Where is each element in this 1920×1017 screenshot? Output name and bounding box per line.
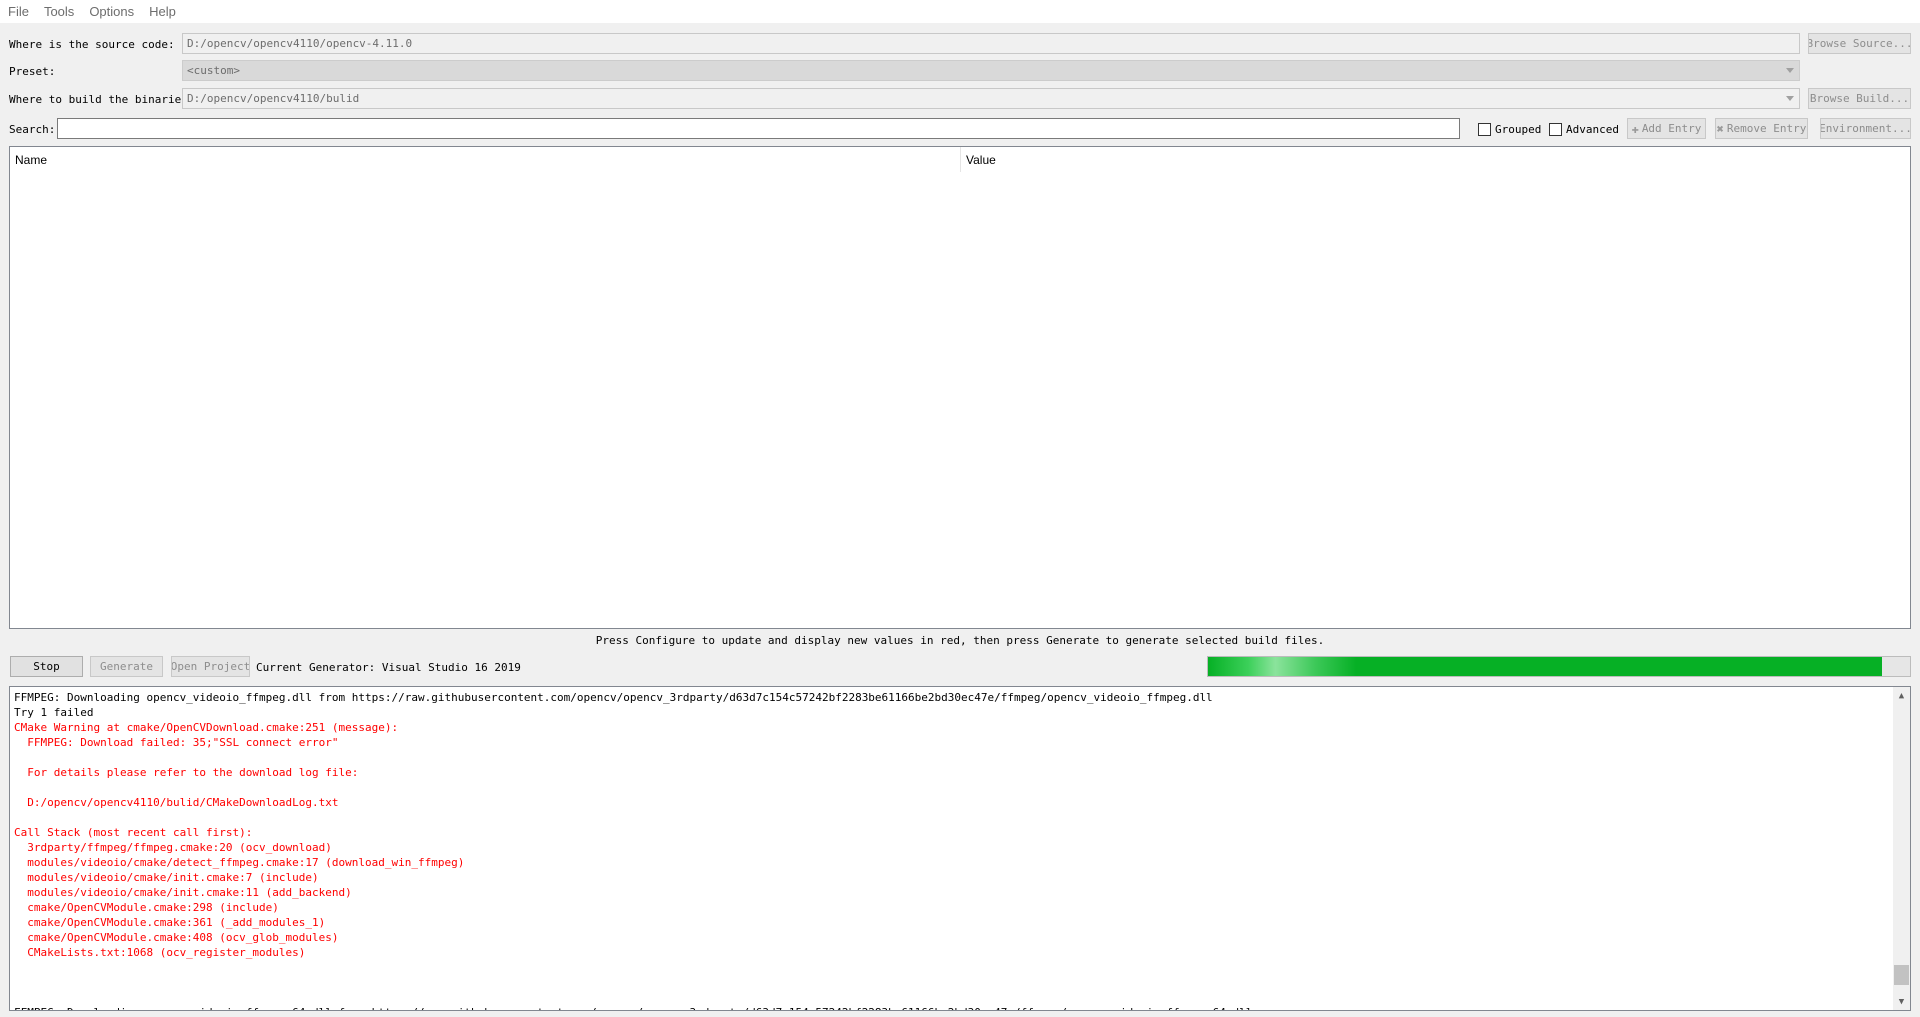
chevron-down-icon	[1786, 96, 1794, 101]
binaries-label: Where to build the binaries:	[9, 93, 195, 106]
configure-hint: Press Configure to update and display ne…	[595, 634, 1325, 647]
menu-help[interactable]: Help	[149, 4, 176, 19]
cache-entries-table[interactable]: Name Value	[9, 146, 1911, 629]
advanced-label: Advanced	[1566, 122, 1619, 136]
browse-build-button[interactable]: Browse Build...	[1808, 88, 1911, 109]
log-line: 3rdparty/ffmpeg/ffmpeg.cmake:20 (ocv_dow…	[14, 841, 332, 854]
log-line: modules/videoio/cmake/detect_ffmpeg.cmak…	[14, 856, 465, 869]
log-line: For details please refer to the download…	[14, 766, 359, 779]
remove-entry-button[interactable]: ✖ Remove Entry	[1715, 118, 1808, 139]
column-header-name[interactable]: Name	[10, 147, 961, 172]
current-generator-label: Current Generator: Visual Studio 16 2019	[256, 661, 521, 674]
browse-source-button[interactable]: Browse Source...	[1808, 33, 1911, 54]
log-line: modules/videoio/cmake/init.cmake:11 (add…	[14, 886, 352, 899]
log-line: modules/videoio/cmake/init.cmake:7 (incl…	[14, 871, 319, 884]
scroll-thumb[interactable]	[1894, 964, 1909, 985]
search-input[interactable]	[57, 118, 1460, 139]
log-line: CMakeLists.txt:1068 (ocv_register_module…	[14, 946, 306, 959]
remove-entry-label: Remove Entry	[1726, 122, 1807, 135]
log-line: cmake/OpenCVModule.cmake:361 (_add_modul…	[14, 916, 326, 929]
table-header: Name Value	[10, 147, 1910, 172]
plus-icon: ✚	[1631, 121, 1639, 136]
stop-button[interactable]: Stop	[10, 656, 83, 677]
open-project-button[interactable]: Open Project	[171, 656, 250, 677]
log-line: Call Stack (most recent call first):	[14, 826, 253, 839]
menu-tools[interactable]: Tools	[44, 4, 74, 19]
preset-label: Preset:	[9, 65, 56, 78]
binaries-path-combo[interactable]: D:/opencv/opencv4110/bulid	[182, 88, 1800, 109]
log-scrollbar[interactable]: ▲ ▼	[1893, 687, 1910, 1010]
add-entry-label: Add Entry	[1641, 122, 1702, 135]
grouped-checkbox[interactable]: Grouped	[1478, 119, 1541, 139]
preset-value: <custom>	[187, 64, 240, 77]
scroll-up-icon[interactable]: ▲	[1893, 687, 1910, 704]
progress-fill	[1208, 657, 1882, 676]
log-line: FFMPEG: Downloading opencv_videoio_ffmpe…	[14, 1005, 1910, 1010]
preset-combo[interactable]: <custom>	[182, 60, 1800, 81]
scroll-down-icon[interactable]: ▼	[1893, 993, 1910, 1010]
log-lines: FFMPEG: Downloading opencv_videoio_ffmpe…	[10, 687, 1910, 1010]
grouped-label: Grouped	[1495, 122, 1542, 136]
column-header-value[interactable]: Value	[961, 153, 996, 167]
menu-bar: File Tools Options Help	[0, 0, 1920, 23]
log-line: FFMPEG: Download failed: 35;"SSL connect…	[14, 736, 339, 749]
checkbox-box[interactable]	[1549, 122, 1562, 136]
log-line: CMake Warning at cmake/OpenCVDownload.cm…	[14, 721, 399, 734]
environment-button[interactable]: Environment...	[1820, 118, 1911, 139]
menu-file[interactable]: File	[8, 4, 29, 19]
chevron-down-icon	[1786, 68, 1794, 73]
log-line: FFMPEG: Downloading opencv_videoio_ffmpe…	[14, 691, 1213, 704]
menu-options[interactable]: Options	[89, 4, 134, 19]
source-label: Where is the source code:	[9, 38, 175, 51]
log-line: cmake/OpenCVModule.cmake:408 (ocv_glob_m…	[14, 931, 339, 944]
output-log[interactable]: FFMPEG: Downloading opencv_videoio_ffmpe…	[9, 686, 1911, 1011]
source-path-field[interactable]: D:/opencv/opencv4110/opencv-4.11.0	[182, 33, 1800, 54]
log-line: cmake/OpenCVModule.cmake:298 (include)	[14, 901, 279, 914]
remove-x-icon: ✖	[1716, 121, 1724, 136]
checkbox-box[interactable]	[1478, 122, 1491, 136]
add-entry-button[interactable]: ✚ Add Entry	[1627, 118, 1706, 139]
binaries-path-value: D:/opencv/opencv4110/bulid	[187, 92, 360, 105]
search-label: Search:	[9, 123, 56, 136]
log-line: D:/opencv/opencv4110/bulid/CMakeDownload…	[14, 796, 339, 809]
log-line: Try 1 failed	[14, 706, 94, 719]
advanced-checkbox[interactable]: Advanced	[1549, 119, 1619, 139]
progress-bar	[1207, 656, 1911, 677]
generate-button[interactable]: Generate	[90, 656, 163, 677]
